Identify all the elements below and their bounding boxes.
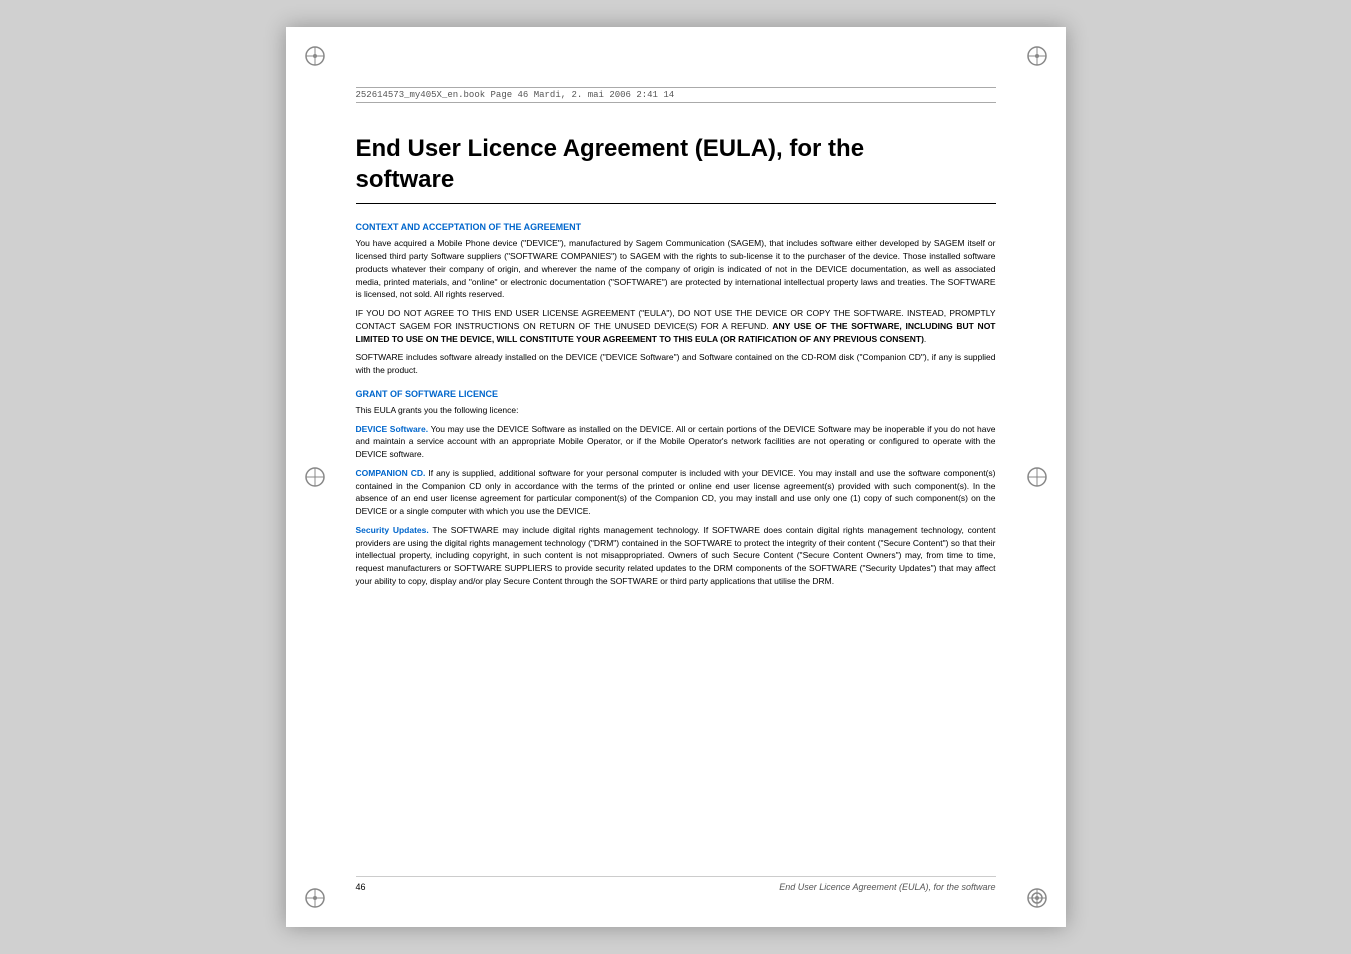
security-updates-text: The SOFTWARE may include digital rights … (356, 525, 996, 586)
context-para-3: SOFTWARE includes software already insta… (356, 351, 996, 377)
grant-intro: This EULA grants you the following licen… (356, 404, 996, 417)
title-divider (356, 203, 996, 204)
section-heading-context: CONTEXT AND ACCEPTATION OF THE AGREEMENT (356, 222, 996, 232)
companion-cd-label: COMPANION CD. (356, 468, 426, 478)
document-title: End User Licence Agreement (EULA), for t… (356, 133, 996, 195)
context-para-1: You have acquired a Mobile Phone device … (356, 237, 996, 301)
page-footer: 46 End User Licence Agreement (EULA), fo… (356, 876, 996, 892)
security-updates-label: Security Updates. (356, 525, 429, 535)
reg-mark-top-left (304, 45, 326, 67)
device-software-text: You may use the DEVICE Software as insta… (356, 424, 996, 460)
device-software-label: DEVICE Software. (356, 424, 429, 434)
title-line1: End User Licence Agreement (EULA), for t… (356, 135, 865, 162)
context-para-2: IF YOU DO NOT AGREE TO THIS END USER LIC… (356, 307, 996, 345)
reg-mark-top-right (1026, 45, 1048, 67)
page: 252614573_my405X_en.book Page 46 Mardi, … (286, 27, 1066, 927)
companion-cd-text: If any is supplied, additional software … (356, 468, 996, 516)
subsection-companion-cd: COMPANION CD. If any is supplied, additi… (356, 467, 996, 518)
subsection-security-updates: Security Updates. The SOFTWARE may inclu… (356, 524, 996, 588)
reg-mark-mid-right (1026, 466, 1048, 488)
file-info-text: 252614573_my405X_en.book Page 46 Mardi, … (356, 90, 675, 100)
reg-mark-bottom-right (1026, 887, 1048, 909)
reg-mark-mid-left (304, 466, 326, 488)
title-line2: software (356, 166, 455, 193)
section-heading-grant: GRANT OF SOFTWARE LICENCE (356, 389, 996, 399)
reg-mark-bottom-left (304, 887, 326, 909)
subsection-device-software: DEVICE Software. You may use the DEVICE … (356, 423, 996, 461)
footer-page-number: 46 (356, 882, 366, 892)
footer-title: End User Licence Agreement (EULA), for t… (779, 882, 995, 892)
file-info-bar: 252614573_my405X_en.book Page 46 Mardi, … (356, 87, 996, 103)
